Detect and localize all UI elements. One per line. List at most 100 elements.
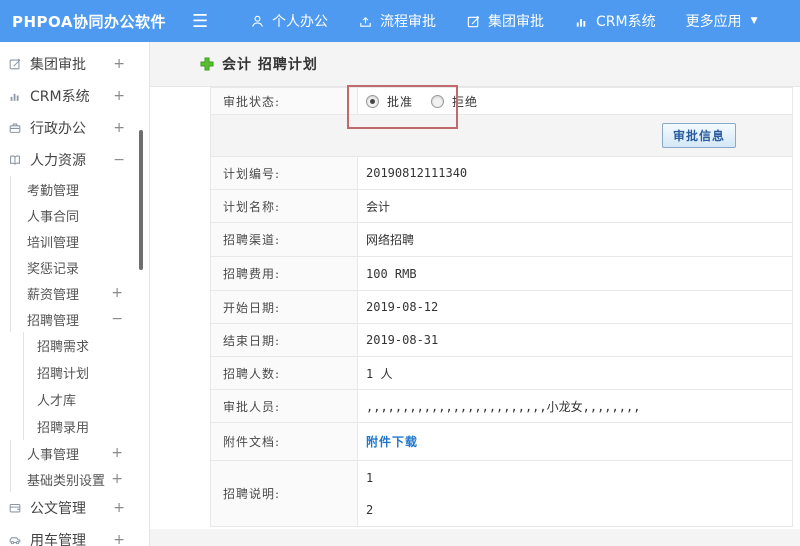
sidebar-item-薪资管理[interactable]: 薪资管理 + [10, 280, 149, 306]
expand-plus-icon[interactable]: + [111, 445, 123, 461]
sidebar-item-label: 集团审批 [30, 57, 86, 73]
radio-selected-icon[interactable] [366, 94, 379, 108]
sidebar-item-人事管理[interactable]: 人事管理 + [10, 440, 149, 466]
sidebar-item-label: 行政办公 [30, 121, 86, 137]
form-label: 计划编号: [210, 156, 358, 190]
hamburger-icon[interactable]: ☰ [192, 11, 232, 32]
form-value: 1 人 [357, 356, 793, 390]
form-label: 招聘渠道: [210, 222, 358, 257]
sidebar-item-label: 人事合同 [27, 209, 80, 225]
form-label: 招聘费用: [210, 256, 358, 291]
form-value: 100 RMB [357, 256, 793, 291]
sidebar-item-label: 培训管理 [27, 235, 80, 251]
sidebar: 集团审批 + CRM系统 + 行政办公 + 人力资源 − 考勤管理人事合同培训管理奖惩记录薪资管… [0, 42, 150, 546]
form-label: 开始日期: [210, 290, 358, 324]
radio-label: 批准 [387, 94, 414, 109]
app-window: PHPOA协同办公软件 ☰ 个人办公 流程审批 集团审批 CRM系统 更多应用 ▼ 集团审… [0, 0, 800, 546]
radio-option-批准[interactable]: 批准 [366, 93, 413, 110]
sidebar-item-招聘需求[interactable]: 招聘需求 [23, 332, 149, 359]
top-nav: 个人办公 流程审批 集团审批 CRM系统 更多应用 ▼ [250, 11, 758, 31]
sidebar-item-label: CRM系统 [30, 89, 90, 105]
app-logo[interactable]: PHPOA协同办公软件 [0, 11, 192, 32]
sidebar-item-label: 基础类别设置 [27, 473, 106, 489]
sidebar-item-label: 招聘管理 [27, 313, 80, 329]
sidebar-item-label: 人力资源 [30, 153, 86, 169]
top-nav-label: CRM系统 [596, 14, 656, 30]
document-icon [8, 501, 22, 515]
form-value: 附件下载 [357, 422, 793, 461]
topbar: PHPOA协同办公软件 ☰ 个人办公 流程审批 集团审批 CRM系统 更多应用 ▼ [0, 0, 800, 42]
collapse-minus-icon[interactable]: − [113, 152, 125, 168]
sidebar-item-CRM系统[interactable]: CRM系统 + [0, 80, 149, 112]
form-label: 招聘人数: [210, 356, 358, 390]
top-nav-item-1[interactable]: 流程审批 [358, 11, 436, 31]
expand-plus-icon[interactable]: + [113, 532, 125, 546]
sidebar-item-招聘录用[interactable]: 招聘录用 [23, 413, 149, 440]
expand-plus-icon[interactable]: + [113, 56, 125, 72]
top-nav-label: 更多应用 [685, 14, 742, 30]
expand-plus-icon[interactable]: + [113, 88, 125, 104]
sidebar-item-label: 人才库 [37, 394, 77, 409]
sidebar-item-公文管理[interactable]: 公文管理 + [0, 492, 149, 524]
approval-info-button[interactable]: 审批信息 [661, 123, 736, 148]
form-label: 附件文档: [210, 422, 358, 461]
sidebar-item-招聘管理[interactable]: 招聘管理 − [10, 306, 149, 332]
sidebar-item-奖惩记录[interactable]: 奖惩记录 [10, 254, 149, 280]
form-label: 计划名称: [210, 189, 358, 223]
top-nav-item-3[interactable]: CRM系统 [574, 11, 656, 31]
attachment-download-link[interactable]: 附件下载 [366, 435, 418, 449]
briefcase-icon [8, 121, 22, 135]
sidebar-item-基础类别设置[interactable]: 基础类别设置 + [10, 466, 149, 492]
page-title: 会计 招聘计划 [222, 57, 318, 73]
form-value-line: 2 [366, 502, 374, 517]
sidebar-item-招聘计划[interactable]: 招聘计划 [23, 359, 149, 386]
sidebar-item-label: 招聘计划 [37, 367, 90, 382]
collapse-minus-icon[interactable]: − [111, 311, 123, 327]
sidebar-item-人力资源[interactable]: 人力资源 − [0, 144, 149, 176]
caret-down-icon: ▼ [750, 16, 758, 26]
sidebar-item-用车管理[interactable]: 用车管理 + [0, 524, 149, 546]
approval-form-table: 审批状态: 批准 拒绝 审批信息 计划编号: 20190812111340 计划名称: 会计招… [210, 87, 793, 527]
sidebar-item-考勤管理[interactable]: 考勤管理 [10, 176, 149, 202]
form-value-line: 1 [366, 470, 374, 485]
form-value: 2019-08-31 [357, 323, 793, 357]
radio-option-拒绝[interactable]: 拒绝 [431, 93, 478, 110]
sidebar-item-label: 招聘录用 [37, 421, 90, 436]
add-plus-icon[interactable] [200, 57, 214, 71]
form-label: 审批人员: [210, 389, 358, 423]
approval-status-label: 审批状态: [210, 87, 358, 115]
top-nav-item-4[interactable]: 更多应用 ▼ [686, 11, 758, 31]
sidebar-item-人才库[interactable]: 人才库 [23, 386, 149, 413]
expand-plus-icon[interactable]: + [111, 285, 123, 301]
form-value: 会计 [357, 189, 793, 223]
form-label: 招聘说明: [210, 460, 358, 527]
radio-unselected-icon[interactable] [431, 94, 445, 108]
sidebar-item-label: 考勤管理 [27, 183, 80, 199]
sidebar-item-培训管理[interactable]: 培训管理 [10, 228, 149, 254]
expand-plus-icon[interactable]: + [113, 500, 125, 516]
sidebar-item-label: 招聘需求 [37, 340, 90, 355]
form-value: 12 [357, 460, 793, 527]
top-nav-label: 个人办公 [272, 14, 328, 30]
top-nav-label: 集团审批 [488, 14, 544, 30]
sidebar-item-行政办公[interactable]: 行政办公 + [0, 112, 149, 144]
edit-square-icon [466, 14, 481, 29]
expand-plus-icon[interactable]: + [111, 471, 123, 487]
sidebar-item-label: 薪资管理 [27, 287, 80, 303]
sidebar-item-集团审批[interactable]: 集团审批 + [0, 48, 149, 80]
sidebar-item-label: 公文管理 [30, 501, 86, 517]
expand-plus-icon[interactable]: + [113, 120, 125, 136]
process-upload-icon [358, 14, 373, 29]
top-nav-item-0[interactable]: 个人办公 [250, 11, 328, 31]
sidebar-item-label: 奖惩记录 [27, 261, 80, 277]
bar-chart-icon [574, 14, 589, 29]
top-nav-item-2[interactable]: 集团审批 [466, 11, 544, 31]
form-card: 审批状态: 批准 拒绝 审批信息 计划编号: 20190812111340 计划名称: 会计招… [150, 87, 800, 529]
car-icon [8, 533, 22, 546]
sidebar-item-人事合同[interactable]: 人事合同 [10, 202, 149, 228]
radio-label: 拒绝 [452, 94, 479, 109]
form-value: 2019-08-12 [357, 290, 793, 324]
title-bar: 会计 招聘计划 [150, 42, 800, 87]
user-icon [250, 14, 265, 29]
sidebar-item-label: 用车管理 [30, 533, 86, 546]
